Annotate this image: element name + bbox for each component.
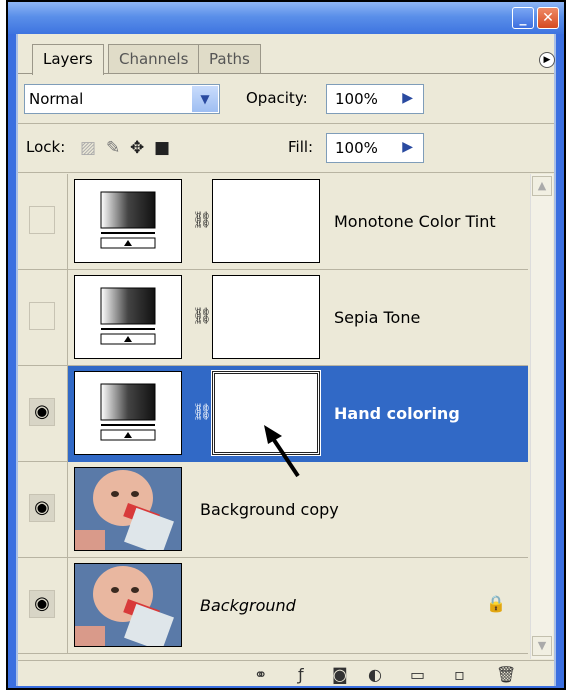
visibility-cell[interactable]: ◉ [24, 366, 68, 462]
layer-row-selected[interactable]: ◉ ⛓ Hand coloring [18, 366, 528, 462]
close-button[interactable]: ✕ [537, 7, 559, 29]
opacity-field[interactable]: 100% ▶ [326, 84, 424, 114]
photo-thumbnail[interactable] [74, 563, 182, 647]
divider [18, 172, 554, 173]
tab-channels[interactable]: Channels [108, 44, 200, 74]
gradient-map-icon [100, 191, 156, 249]
layer-name[interactable]: Background [200, 596, 296, 615]
layer-main[interactable]: Background copy [68, 462, 528, 558]
baby-photo-image [75, 564, 181, 646]
layer-name[interactable]: Sepia Tone [334, 308, 420, 327]
visibility-toggle[interactable] [29, 206, 55, 234]
gradient-map-icon [100, 383, 156, 441]
adjustment-thumbnail[interactable] [74, 179, 182, 263]
lock-label: Lock: [26, 138, 66, 156]
chain-link-icon[interactable]: ⛓ [192, 210, 212, 229]
fill-field[interactable]: 100% ▶ [326, 133, 424, 163]
lock-row: Lock: ▨ ✎ ✥ ■ Fill: 100% ▶ [18, 128, 554, 168]
layer-main[interactable]: Background 🔒 [68, 558, 528, 654]
adjustment-layer-icon[interactable]: ◐ [368, 665, 382, 684]
layer-main[interactable]: ⛓ Monotone Color Tint [68, 174, 528, 270]
layer-main[interactable]: ⛓ Hand coloring [68, 366, 528, 462]
layer-mask-thumbnail[interactable] [212, 179, 320, 263]
visibility-cell[interactable]: ◉ [24, 558, 68, 654]
baby-photo-image [75, 468, 181, 550]
add-mask-icon[interactable]: ◙ [332, 665, 348, 684]
fill-value: 100% [335, 139, 378, 157]
lock-transparent-icon[interactable]: ▨ [80, 138, 96, 158]
eye-icon[interactable]: ◉ [29, 398, 55, 426]
blend-mode-select[interactable]: Normal ▼ [24, 84, 220, 114]
adjustment-thumbnail[interactable] [74, 275, 182, 359]
opacity-slider-arrow-icon[interactable]: ▶ [402, 90, 413, 106]
bottom-toolbar: ⚭ ƒ ◙ ◐ ▭ ▫ 🗑 [18, 660, 554, 687]
layer-row[interactable]: ⛓ Monotone Color Tint [18, 174, 528, 270]
dropdown-arrow-icon[interactable]: ▼ [192, 86, 218, 112]
layers-list: ⛓ Monotone Color Tint ⛓ Sepia Tone ◉ ⛓ H… [18, 174, 554, 659]
layer-row[interactable]: ◉ Background 🔒 [18, 558, 528, 654]
chain-link-icon[interactable]: ⛓ [192, 306, 212, 325]
minimize-button[interactable]: _ [512, 7, 534, 29]
chain-link-icon[interactable]: ⛓ [192, 402, 212, 421]
layer-main[interactable]: ⛓ Sepia Tone [68, 270, 528, 366]
eye-icon[interactable]: ◉ [29, 494, 55, 522]
panel-menu-icon[interactable]: ▶ [539, 52, 555, 68]
fill-label: Fill: [288, 138, 314, 156]
lock-all-icon[interactable]: ■ [154, 138, 170, 158]
divider [18, 123, 554, 124]
photo-thumbnail[interactable] [74, 467, 182, 551]
eye-icon[interactable]: ◉ [29, 590, 55, 618]
title-bar[interactable]: _ ✕ [8, 2, 564, 34]
visibility-cell[interactable]: ◉ [24, 462, 68, 558]
tab-layers[interactable]: Layers [32, 44, 104, 75]
new-layer-icon[interactable]: ▫ [454, 665, 465, 684]
gradient-map-icon [100, 287, 156, 345]
scroll-down-button[interactable]: ▼ [532, 636, 552, 656]
layers-panel-window: _ ✕ Layers Channels Paths ▶ Normal ▼ Opa… [8, 2, 564, 688]
panel-frame: _ ✕ Layers Channels Paths ▶ Normal ▼ Opa… [6, 0, 566, 690]
tab-paths[interactable]: Paths [198, 44, 261, 74]
layer-row[interactable]: ⛓ Sepia Tone [18, 270, 528, 366]
new-group-icon[interactable]: ▭ [410, 665, 425, 684]
layer-name[interactable]: Hand coloring [334, 404, 460, 423]
layer-row[interactable]: ◉ Background copy [18, 462, 528, 558]
scroll-up-button[interactable]: ▲ [532, 176, 552, 196]
opacity-label: Opacity: [246, 89, 308, 107]
fill-slider-arrow-icon[interactable]: ▶ [402, 139, 413, 155]
layer-mask-thumbnail[interactable] [212, 275, 320, 359]
tab-bar: Layers Channels Paths ▶ [18, 34, 555, 75]
padlock-icon: 🔒 [486, 594, 506, 613]
trash-icon[interactable]: 🗑 [496, 665, 516, 684]
layer-mask-thumbnail[interactable] [211, 370, 321, 456]
panel-body: Layers Channels Paths ▶ Normal ▼ Opacity… [16, 34, 556, 686]
lock-move-icon[interactable]: ✥ [130, 138, 144, 158]
layer-style-icon[interactable]: ƒ [298, 665, 304, 684]
layer-name[interactable]: Monotone Color Tint [334, 212, 496, 231]
layer-name[interactable]: Background copy [200, 500, 339, 519]
visibility-cell[interactable] [24, 174, 68, 270]
blend-mode-value: Normal [29, 90, 84, 108]
lock-brush-icon[interactable]: ✎ [106, 138, 120, 158]
opacity-value: 100% [335, 90, 378, 108]
layers-scrollbar[interactable]: ▲ ▼ [530, 174, 553, 659]
visibility-toggle[interactable] [29, 302, 55, 330]
blend-row: Normal ▼ Opacity: 100% ▶ [18, 82, 554, 118]
visibility-cell[interactable] [24, 270, 68, 366]
adjustment-thumbnail[interactable] [74, 371, 182, 455]
link-layers-icon[interactable]: ⚭ [254, 665, 267, 684]
